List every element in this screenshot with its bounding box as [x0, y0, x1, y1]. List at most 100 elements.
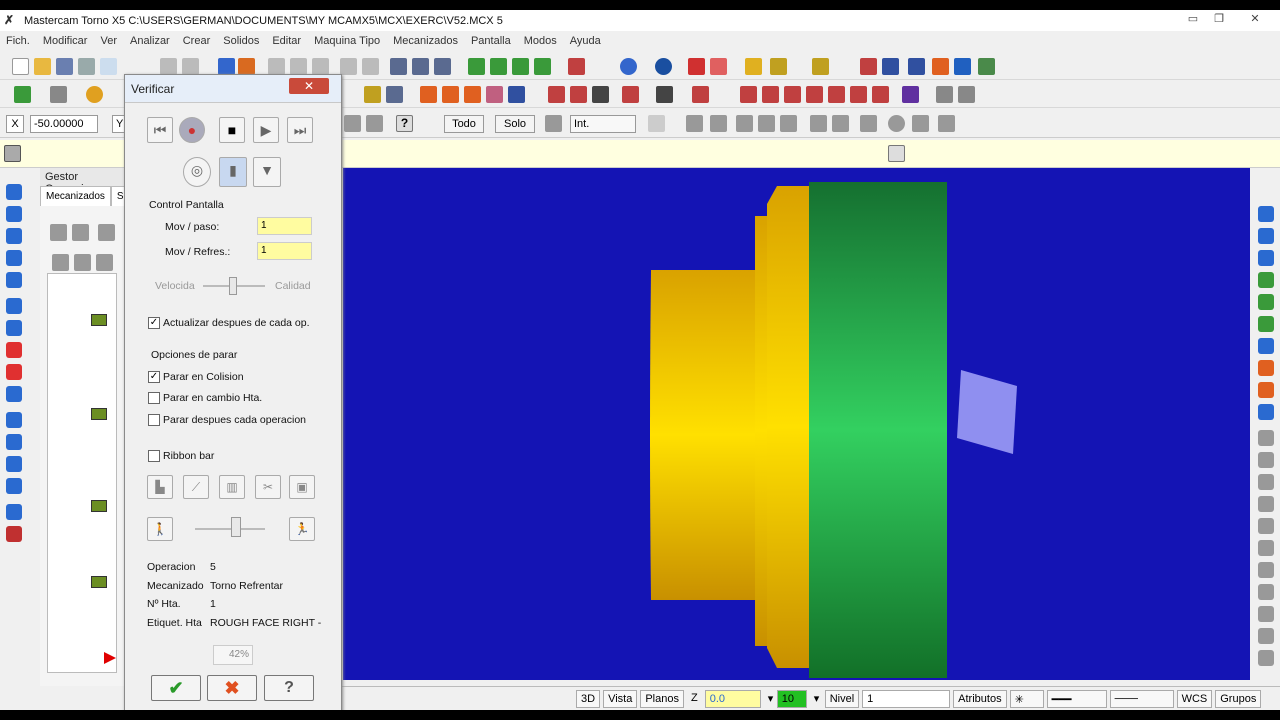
restore-button[interactable]: ❐ — [1208, 12, 1230, 28]
actualizar-checkbox[interactable]: ✓ — [148, 317, 160, 329]
ribbon-bar-checkbox[interactable] — [148, 450, 160, 462]
post-icon[interactable] — [96, 254, 113, 271]
print-icon[interactable] — [78, 58, 95, 75]
menu-modificar[interactable]: Modificar — [43, 35, 88, 47]
redo-icon[interactable] — [182, 58, 199, 75]
ribbon-tool-icon-13[interactable] — [888, 115, 905, 132]
mesh-icon[interactable] — [656, 86, 673, 103]
tab-mecanizados[interactable]: Mecanizados — [40, 186, 111, 206]
zoom-fit-icon[interactable] — [290, 58, 307, 75]
ribbon-tool-icon-2[interactable] — [366, 115, 383, 132]
speed-quality-slider-handle[interactable] — [229, 277, 237, 295]
z-depth-input[interactable]: 0.0 — [704, 689, 761, 708]
list-red-icon[interactable] — [442, 86, 459, 103]
zoom-prev-icon[interactable] — [340, 58, 357, 75]
help-button[interactable]: ? — [264, 675, 314, 701]
wand-icon[interactable] — [770, 58, 787, 75]
operation-node-4[interactable] — [91, 576, 107, 588]
right-tool-icon-9[interactable] — [1258, 382, 1274, 398]
right-tool-icon-3[interactable] — [1258, 250, 1274, 266]
walk-speed-icon[interactable]: 🚶 — [147, 517, 173, 541]
menu-mecanizados[interactable]: Mecanizados — [393, 35, 458, 47]
right-tool-icon-12[interactable] — [1258, 452, 1274, 468]
ribbon-tool-icon-6[interactable] — [710, 115, 727, 132]
solo-button[interactable]: Solo — [495, 115, 535, 133]
tool-icon-2[interactable] — [412, 58, 429, 75]
todo-button[interactable]: Todo — [444, 115, 484, 133]
eraser-icon[interactable] — [486, 86, 503, 103]
grupos-button[interactable]: Grupos — [1215, 689, 1262, 708]
line-width-select[interactable]: ─── — [1109, 689, 1174, 708]
operation-node-2[interactable] — [91, 408, 107, 420]
sim-speed-slider-handle[interactable] — [231, 517, 241, 537]
chart-icon[interactable]: ▥ — [219, 475, 245, 499]
menu-modos[interactable]: Modos — [524, 35, 557, 47]
run-speed-icon[interactable]: 🏃 — [289, 517, 315, 541]
measure-icon[interactable]: ⟋ — [183, 475, 209, 499]
sphere-icon[interactable] — [655, 58, 672, 75]
planos-button[interactable]: Planos — [640, 689, 684, 708]
parar-colision-checkbox[interactable]: ✓ — [148, 371, 160, 383]
ribbon-tool-icon-12[interactable] — [860, 115, 877, 132]
left-tool-icon-2[interactable] — [6, 206, 22, 222]
right-tool-icon-4[interactable] — [1258, 272, 1274, 288]
ribbon-help-icon-2[interactable] — [938, 115, 955, 132]
record-button[interactable]: ● — [179, 117, 205, 143]
arc-icon[interactable] — [86, 86, 103, 103]
mov-paso-input[interactable]: 1 — [257, 217, 312, 235]
right-tool-icon-2[interactable] — [1258, 228, 1274, 244]
right-tool-icon-15[interactable] — [1258, 518, 1274, 534]
ribbon-tool-icon-5[interactable] — [686, 115, 703, 132]
right-tool-icon-21[interactable] — [1258, 650, 1274, 666]
right-tool-icon-13[interactable] — [1258, 474, 1274, 490]
atributos-button[interactable]: Atributos — [953, 689, 1007, 708]
bottle-icon[interactable] — [692, 86, 709, 103]
more-icon[interactable] — [936, 86, 953, 103]
close-window-button[interactable]: ✕ — [1244, 12, 1266, 28]
menu-crear[interactable]: Crear — [183, 35, 211, 47]
lathe-icon-2[interactable] — [762, 86, 779, 103]
nivel-input[interactable]: 1 — [862, 689, 951, 708]
point-icon[interactable] — [14, 86, 31, 103]
right-tool-icon-5[interactable] — [1258, 294, 1274, 310]
left-tool-icon-3[interactable] — [6, 228, 22, 244]
ribbon-tool-icon-9[interactable] — [780, 115, 797, 132]
ribbon-tool-icon-8[interactable] — [758, 115, 775, 132]
open-folder-icon[interactable] — [34, 58, 51, 75]
right-tool-icon-17[interactable] — [1258, 562, 1274, 578]
color-dropdown-icon[interactable]: ▾ — [810, 690, 822, 708]
grid-icon[interactable] — [882, 58, 899, 75]
view-3d-button[interactable]: 3D — [576, 689, 601, 708]
preview-icon[interactable] — [100, 58, 117, 75]
dialog-close-button[interactable]: ✕ — [289, 78, 329, 94]
left-tool-icon-16[interactable] — [6, 526, 22, 542]
int-select[interactable]: Int. — [570, 115, 636, 133]
tool-icon-1[interactable] — [390, 58, 407, 75]
select-all-icon[interactable] — [50, 224, 67, 241]
left-tool-icon-11[interactable] — [6, 412, 22, 428]
lathe-icon-7[interactable] — [872, 86, 889, 103]
right-tool-icon-11[interactable] — [1258, 430, 1274, 446]
list-icon[interactable] — [978, 58, 995, 75]
xform-icon-3[interactable] — [592, 86, 609, 103]
color-swatch[interactable]: 10 — [776, 689, 807, 708]
stock-display-button[interactable]: ▮ — [219, 157, 247, 187]
menu-analizar[interactable]: Analizar — [130, 35, 170, 47]
stop-button[interactable]: ■ — [219, 117, 245, 143]
menu-ayuda[interactable]: Ayuda — [570, 35, 601, 47]
right-tool-icon-16[interactable] — [1258, 540, 1274, 556]
right-tool-icon-1[interactable] — [1258, 206, 1274, 222]
lathe-icon-1[interactable] — [740, 86, 757, 103]
shade-icon[interactable] — [568, 58, 585, 75]
menu-pantalla[interactable]: Pantalla — [471, 35, 511, 47]
line-icon[interactable] — [50, 86, 67, 103]
x-coord-input[interactable]: -50.00000 — [30, 115, 98, 133]
parar-despues-checkbox[interactable] — [148, 414, 160, 426]
parar-cambio-checkbox[interactable] — [148, 392, 160, 404]
right-tool-icon-7[interactable] — [1258, 338, 1274, 354]
right-tool-icon-14[interactable] — [1258, 496, 1274, 512]
right-tool-icon-10[interactable] — [1258, 404, 1274, 420]
tool-display-button[interactable]: ◎ — [183, 157, 211, 187]
fast-forward-button[interactable]: ⏭ — [287, 117, 313, 143]
globe-icon[interactable] — [620, 58, 637, 75]
